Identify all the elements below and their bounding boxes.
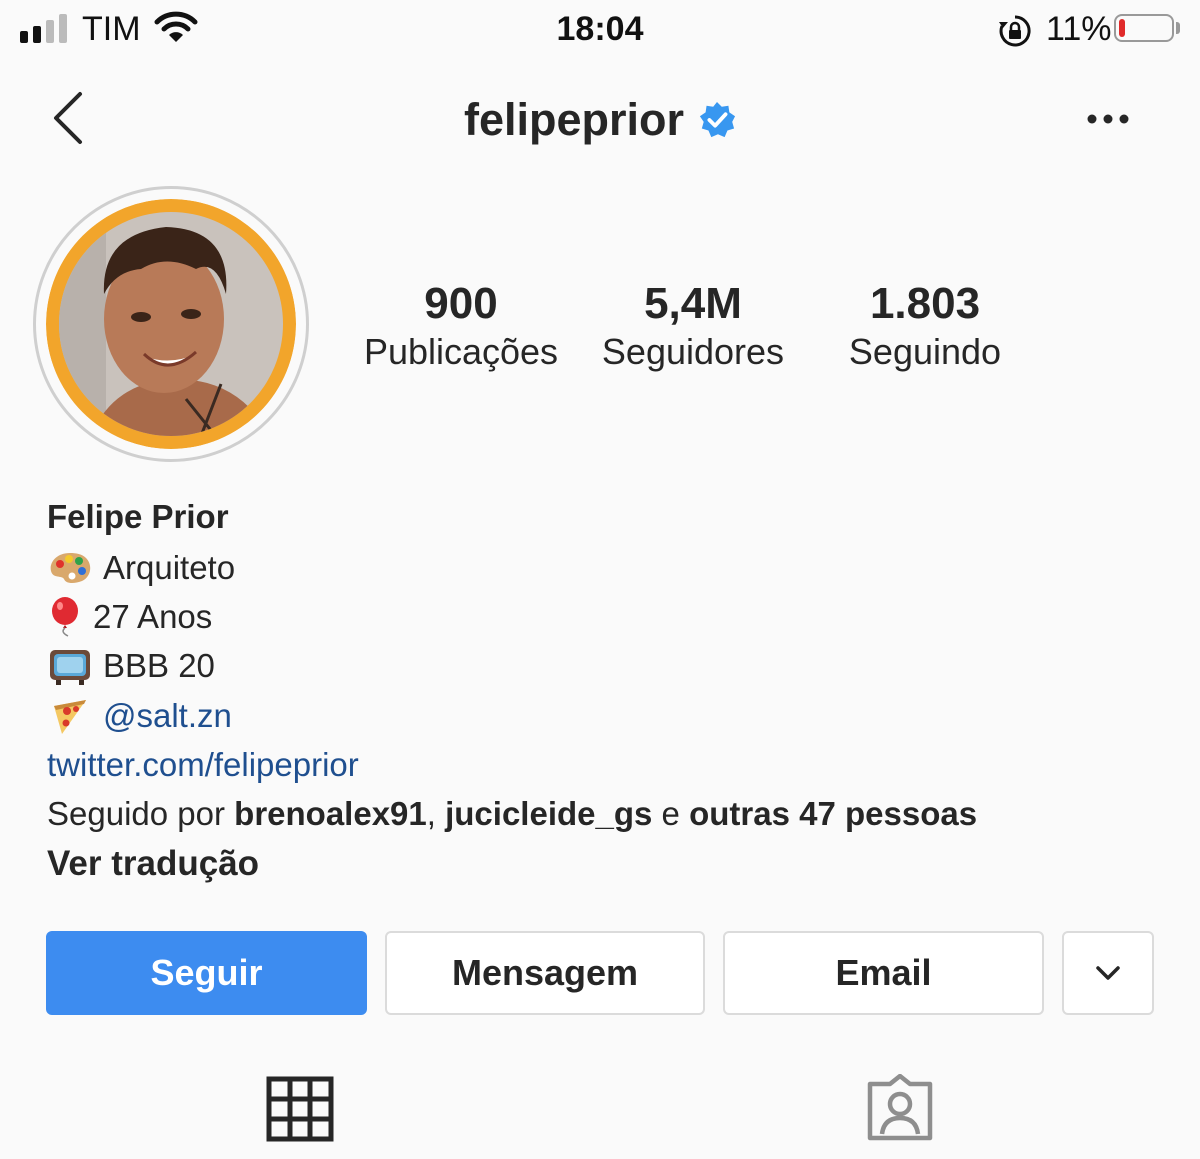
follow-button[interactable]: Seguir — [46, 931, 367, 1015]
email-button[interactable]: Email — [723, 931, 1044, 1015]
followers-label: Seguidores — [601, 331, 785, 372]
posts-count: 900 — [424, 279, 498, 328]
pizza-emoji-icon — [47, 696, 93, 736]
balloon-emoji-icon — [47, 597, 83, 637]
tagged-person-icon — [867, 1073, 933, 1141]
profile-username: felipeprior — [463, 94, 685, 145]
followed-conjunction: e — [661, 795, 680, 832]
bio-line: Arquiteto — [47, 548, 235, 588]
bio-text: BBB 20 — [103, 647, 215, 684]
stat-followers[interactable]: 5,4M Seguidores — [582, 278, 804, 374]
followed-others: outras 47 pessoas — [689, 795, 978, 832]
options-button[interactable] — [1086, 112, 1130, 130]
bio-text: 27 Anos — [93, 598, 213, 635]
grid-icon — [266, 1076, 334, 1142]
battery-percentage: 11% — [1046, 10, 1112, 48]
television-emoji-icon — [47, 646, 93, 686]
followed-by[interactable]: Seguido por brenoalex91, jucicleide_gs e… — [47, 794, 977, 834]
bio-text: Arquiteto — [103, 549, 236, 586]
chevron-down-icon — [1096, 966, 1120, 980]
posts-label: Publicações — [363, 331, 559, 372]
rotation-lock-icon — [998, 14, 1032, 53]
ellipsis-icon — [1087, 114, 1129, 124]
message-button[interactable]: Mensagem — [385, 931, 705, 1015]
tab-posts-grid[interactable] — [266, 1076, 334, 1147]
followed-separator: , — [426, 795, 436, 832]
bio-line: 27 Anos — [47, 597, 212, 637]
followers-count: 5,4M — [644, 279, 742, 328]
website-link[interactable]: twitter.com/felipeprior — [47, 745, 359, 785]
followed-user: brenoalex91 — [234, 795, 427, 832]
following-label: Seguindo — [848, 331, 1002, 372]
avatar[interactable] — [46, 199, 296, 449]
bio-line: @salt.zn — [47, 696, 232, 736]
battery-icon — [1114, 14, 1174, 42]
followed-user: jucicleide_gs — [445, 795, 653, 832]
verified-badge-icon — [699, 101, 736, 138]
followed-prefix: Seguido por — [47, 795, 225, 832]
bio-mention-link[interactable]: @salt.zn — [103, 696, 232, 736]
profile-header: felipeprior — [0, 94, 1200, 146]
battery-tip — [1176, 22, 1180, 34]
tab-tagged[interactable] — [864, 1073, 936, 1149]
bio-line: BBB 20 — [47, 646, 215, 686]
suggestions-dropdown-button[interactable] — [1062, 931, 1154, 1015]
following-count: 1.803 — [869, 279, 981, 328]
stat-posts[interactable]: 900 Publicações — [350, 278, 572, 374]
stat-following[interactable]: 1.803 Seguindo — [814, 278, 1036, 374]
palette-emoji-icon — [47, 548, 93, 588]
see-translation-link[interactable]: Ver tradução — [47, 844, 259, 884]
profile-full-name: Felipe Prior — [47, 498, 229, 535]
